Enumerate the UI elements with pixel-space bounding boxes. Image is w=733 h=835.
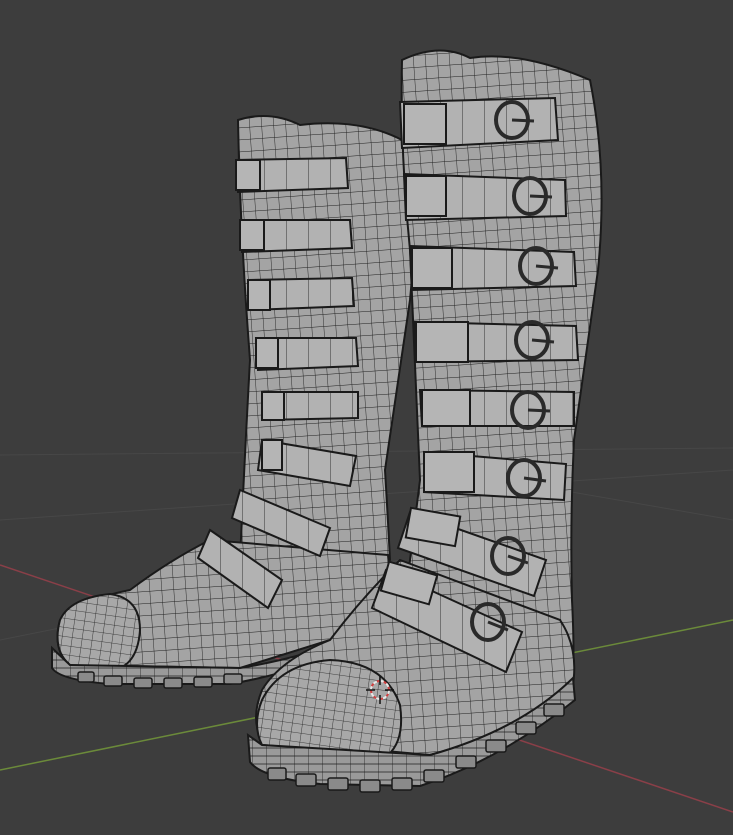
3d-viewport[interactable] (0, 0, 733, 835)
left-boot-toe-cap (56, 592, 142, 670)
viewport-canvas[interactable] (0, 0, 733, 835)
